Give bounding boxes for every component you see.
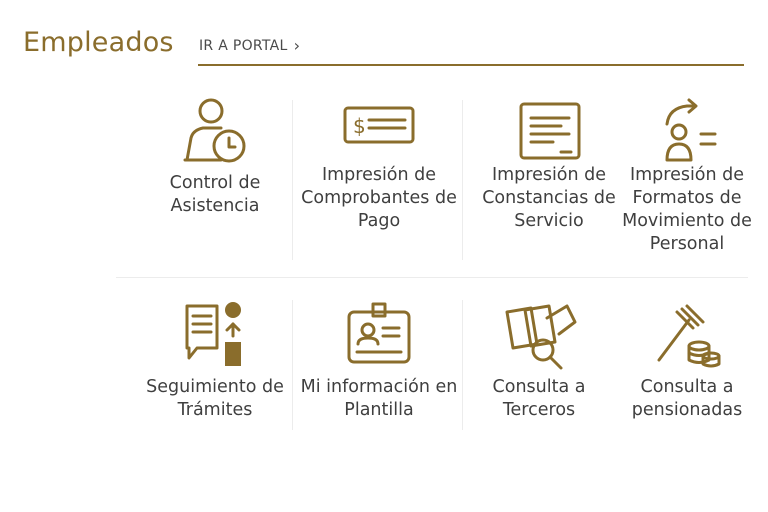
document-tracking-icon (185, 302, 241, 366)
certificate-icon (519, 102, 581, 160)
tile-label: Mi información en Plantilla (300, 377, 458, 420)
portal-link-label: IR A PORTAL (199, 37, 288, 54)
tile-label: Seguimiento de Trámites (146, 377, 284, 420)
services-grid: Control de Asistencia $ Impresión de Com… (116, 90, 764, 450)
tile-control-asistencia[interactable]: Control de Asistencia (130, 94, 300, 218)
tile-comprobantes-pago[interactable]: $ Impresión de Comprobantes de Pago (294, 94, 464, 233)
employee-clock-icon (183, 98, 246, 163)
page-title: Empleados (23, 27, 174, 58)
svg-text:$: $ (353, 114, 366, 138)
tile-seguimiento-tramites[interactable]: Seguimiento de Trámites (130, 298, 300, 422)
tile-formatos-movimiento[interactable]: Impresión de Formatos de Movimiento de P… (602, 94, 768, 256)
chevron-right-icon: › (293, 36, 301, 55)
gavel-coins-icon (657, 304, 721, 368)
row-divider (116, 277, 748, 278)
tile-label: Impresión de Formatos de Movimiento de P… (622, 165, 752, 254)
documents-search-icon (505, 304, 577, 370)
portal-link[interactable]: IR A PORTAL › (199, 36, 300, 55)
tile-consulta-pensionadas[interactable]: Consulta a pensionadas (602, 298, 768, 422)
tile-mi-informacion-plantilla[interactable]: Mi información en Plantilla (294, 298, 464, 422)
tile-label: Consulta a Terceros (492, 377, 586, 420)
person-movement-icon (665, 98, 717, 162)
check-payment-icon: $ (343, 106, 415, 144)
tile-consulta-terceros[interactable]: Consulta a Terceros (454, 298, 624, 422)
tile-label: Control de Asistencia (169, 173, 261, 216)
header-divider (198, 64, 744, 66)
tile-label: Impresión de Comprobantes de Pago (301, 165, 457, 231)
id-badge-icon (347, 302, 411, 364)
tile-label: Consulta a pensionadas (631, 377, 743, 420)
